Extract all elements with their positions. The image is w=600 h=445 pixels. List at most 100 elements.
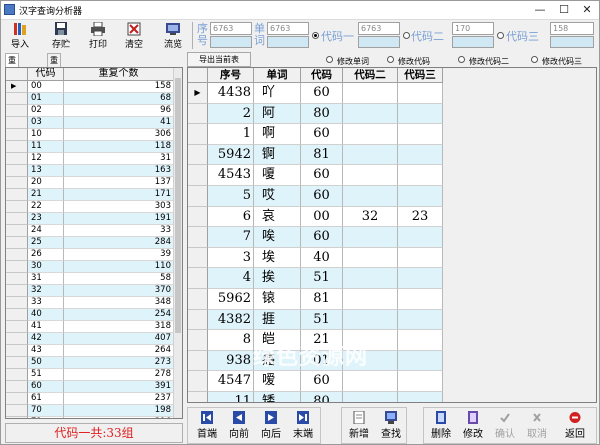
code3-cell[interactable] xyxy=(398,227,443,248)
table-row[interactable]: 32 370 xyxy=(6,285,174,297)
vertical-scrollbar[interactable] xyxy=(173,68,182,418)
table-row[interactable]: 4382 捱 51 xyxy=(188,309,443,331)
code-cell[interactable]: 00 xyxy=(28,81,64,93)
seq-cell[interactable]: 1 xyxy=(208,124,254,145)
code-cell[interactable]: 80 xyxy=(301,392,343,402)
scrollbar-thumb[interactable] xyxy=(175,78,181,333)
code2-cell[interactable] xyxy=(343,392,398,402)
seq-cell[interactable]: 4438 xyxy=(208,83,254,104)
count-cell[interactable]: 316 xyxy=(64,417,174,418)
code3-cell[interactable] xyxy=(398,103,443,125)
code-cell[interactable]: 70 xyxy=(28,405,64,417)
code2-cell[interactable] xyxy=(343,371,398,392)
code-cell[interactable]: 61 xyxy=(28,393,64,405)
code-cell[interactable]: 60 xyxy=(301,371,343,392)
code3-cell[interactable]: 23 xyxy=(398,206,443,228)
close-button[interactable]: ✕ xyxy=(576,1,598,19)
table-row[interactable]: 61 237 xyxy=(6,393,174,405)
table-row[interactable]: 20 137 xyxy=(6,177,174,189)
table-row[interactable]: 51 278 xyxy=(6,369,174,381)
code-cell[interactable]: 26 xyxy=(28,249,64,261)
code2-cell[interactable] xyxy=(343,186,398,207)
code-cell[interactable]: 51 xyxy=(301,268,343,289)
code1-filter-input[interactable]: 6763 xyxy=(358,22,400,35)
count-cell[interactable]: 110 xyxy=(64,261,174,273)
code-cell[interactable]: 60 xyxy=(301,186,343,207)
table-row[interactable]: 41 318 xyxy=(6,321,174,333)
code-cell[interactable]: 42 xyxy=(28,333,64,345)
next-record-button[interactable]: 向后 xyxy=(255,409,287,443)
code-cell[interactable]: 20 xyxy=(28,177,64,189)
code-cell[interactable]: 60 xyxy=(301,124,343,145)
code-cell[interactable]: 02 xyxy=(28,105,64,117)
table-row[interactable]: 43 264 xyxy=(6,345,174,357)
word-filter-value[interactable] xyxy=(267,36,309,48)
code-cell[interactable]: 22 xyxy=(28,201,64,213)
table-row[interactable]: 5 哎 60 xyxy=(188,186,443,207)
code-cell[interactable]: 81 xyxy=(301,144,343,166)
count-cell[interactable]: 198 xyxy=(64,405,174,417)
clear-button[interactable]: 清空 xyxy=(119,21,149,50)
table-row[interactable]: 71316 xyxy=(6,417,174,418)
code-cell[interactable]: 40 xyxy=(301,247,343,269)
table-row[interactable]: 7 唉 60 xyxy=(188,227,443,248)
seq-cell[interactable]: 4543 xyxy=(208,165,254,186)
table-row[interactable]: 02 96 xyxy=(6,105,174,117)
previous-record-button[interactable]: 向前 xyxy=(223,409,255,443)
word-cell[interactable]: 捱 xyxy=(254,309,301,331)
code-cell[interactable]: 60 xyxy=(301,165,343,186)
table-row[interactable]: 4 挨 51 xyxy=(188,268,443,289)
seq-cell[interactable]: 6 xyxy=(208,206,254,228)
modify-word-radio[interactable] xyxy=(326,56,333,63)
code2-column-header[interactable]: 代码二 xyxy=(343,68,398,83)
code3-cell[interactable] xyxy=(398,165,443,186)
table-row[interactable]: 26 39 xyxy=(6,249,174,261)
code-cell[interactable]: 71 xyxy=(28,417,64,418)
character-table[interactable]: 序号 单词 代码 代码二 代码三 ▶ 4438 吖 60 2 阿 80 1 啊 60 5942 锕 81… xyxy=(187,67,597,403)
count-cell[interactable]: 191 xyxy=(64,213,174,225)
table-row[interactable]: ▶ 4438 吖 60 xyxy=(188,83,443,104)
code3-cell[interactable] xyxy=(398,247,443,269)
table-row[interactable]: 11 118 xyxy=(6,141,174,153)
seq-column-header[interactable]: 序号 xyxy=(208,68,254,83)
minimize-button[interactable]: — xyxy=(529,1,551,19)
code-cell[interactable]: 12 xyxy=(28,153,64,165)
seq-cell[interactable]: 5 xyxy=(208,186,254,207)
code-cell[interactable]: 60 xyxy=(301,83,343,104)
code2-cell[interactable] xyxy=(343,268,398,289)
print-button[interactable]: 打印 xyxy=(83,21,113,50)
seq-cell[interactable]: 2 xyxy=(208,103,254,125)
count-cell[interactable]: 33 xyxy=(64,225,174,237)
word-cell[interactable]: 啊 xyxy=(254,124,301,145)
last-record-button[interactable]: 末端 xyxy=(287,409,319,443)
code3-filter-value[interactable] xyxy=(550,36,594,48)
word-cell[interactable]: 哀 xyxy=(254,206,301,228)
code2-radio[interactable] xyxy=(403,32,410,39)
code-cell[interactable]: 33 xyxy=(28,297,64,309)
table-row[interactable]: 6 哀 00 32 23 xyxy=(188,206,443,228)
code-cell[interactable]: 43 xyxy=(28,345,64,357)
table-row[interactable]: 12 31 xyxy=(6,153,174,165)
seq-cell[interactable]: 4 xyxy=(208,268,254,289)
delete-record-button[interactable]: 删除 xyxy=(425,409,457,443)
word-column-header[interactable]: 单词 xyxy=(254,68,301,83)
count-cell[interactable]: 171 xyxy=(64,189,174,201)
code-cell[interactable]: 81 xyxy=(301,289,343,310)
table-row[interactable]: 5942 锕 81 xyxy=(188,144,443,166)
cancel-button[interactable]: 取消 xyxy=(521,409,553,443)
table-row[interactable]: 21 171 xyxy=(6,189,174,201)
code-cell[interactable]: 10 xyxy=(28,129,64,141)
seq-cell[interactable]: 3 xyxy=(208,247,254,269)
code2-filter-input[interactable]: 170 xyxy=(452,22,494,35)
code3-cell[interactable] xyxy=(398,392,443,402)
count-cell[interactable]: 407 xyxy=(64,333,174,345)
count-cell[interactable]: 68 xyxy=(64,93,174,105)
table-row[interactable]: 13 163 xyxy=(6,165,174,177)
table-row[interactable]: 1 啊 60 xyxy=(188,124,443,145)
code-cell[interactable]: 51 xyxy=(301,309,343,331)
code-cell[interactable]: 40 xyxy=(28,309,64,321)
table-row[interactable]: 70 198 xyxy=(6,405,174,417)
code-cell[interactable]: 32 xyxy=(28,285,64,297)
code-cell[interactable]: 25 xyxy=(28,237,64,249)
code-cell[interactable]: 03 xyxy=(28,117,64,129)
